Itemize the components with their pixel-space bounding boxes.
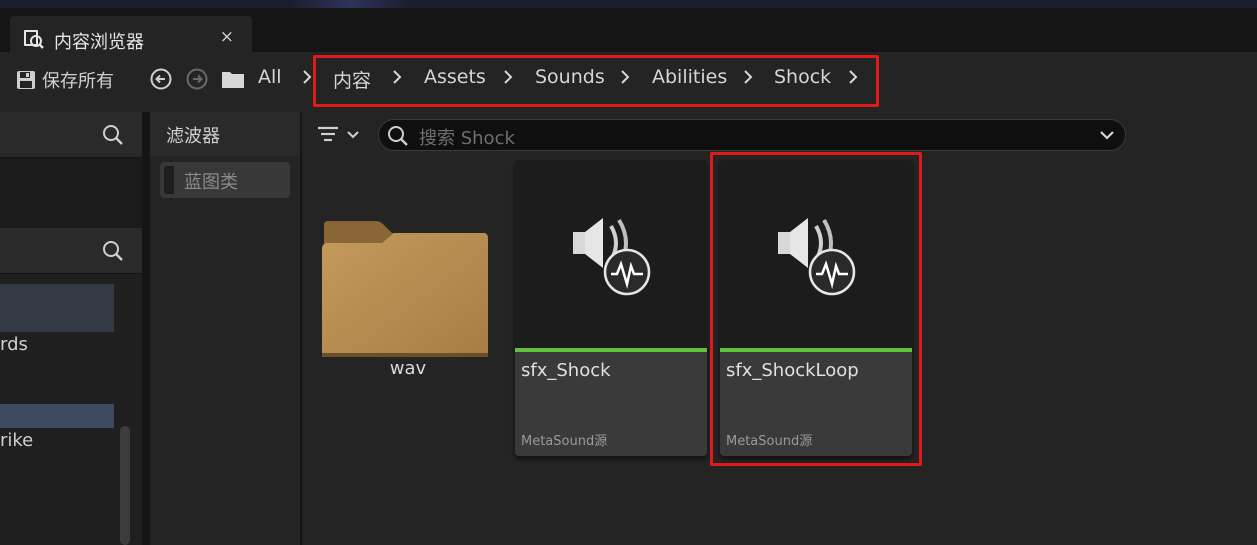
- filter-icon[interactable]: [316, 122, 364, 148]
- breadcrumb-all[interactable]: All: [258, 66, 282, 88]
- save-all-label: 保存所有: [42, 71, 114, 92]
- window-top-strip: [0, 0, 1257, 8]
- tree-item-selected[interactable]: [0, 404, 114, 428]
- asset-view: 搜索 Shock wav sfx_Shock MetaSound源 sfx_Sh…: [302, 112, 1257, 545]
- breadcrumb-highlight-box: [313, 55, 879, 107]
- tab-bar: 内容浏览器 ×: [0, 8, 1257, 60]
- asset-tile-sfx-shock[interactable]: sfx_Shock MetaSound源: [515, 160, 707, 456]
- sources-panel: rds rike: [0, 112, 142, 545]
- asset-search-input[interactable]: 搜索 Shock: [378, 119, 1126, 151]
- asset-thumbnail: [515, 160, 707, 348]
- sources-search-row[interactable]: [0, 112, 142, 158]
- chevron-right-icon[interactable]: [302, 70, 312, 84]
- save-icon: [17, 71, 35, 89]
- asset-type: MetaSound源: [521, 434, 608, 449]
- search-icon: [388, 126, 408, 146]
- filter-item-label: 蓝图类: [184, 172, 238, 193]
- chevron-down-icon[interactable]: [1099, 129, 1115, 141]
- metasound-icon: [573, 218, 651, 296]
- tab-title: 内容浏览器: [54, 32, 144, 53]
- search-placeholder: 搜索 Shock: [419, 128, 515, 149]
- search-icon[interactable]: [102, 124, 124, 146]
- close-icon[interactable]: ×: [220, 27, 234, 47]
- filters-header: 滤波器: [150, 112, 300, 156]
- asset-name: sfx_Shock: [521, 360, 611, 381]
- filters-panel: 滤波器 蓝图类: [150, 112, 300, 545]
- save-all-button[interactable]: 保存所有: [16, 66, 114, 94]
- filter-item-blueprint-class[interactable]: 蓝图类: [160, 162, 290, 198]
- sources-scrollbar[interactable]: [120, 426, 130, 545]
- panel-divider[interactable]: [142, 112, 150, 545]
- sources-spacer: [0, 158, 142, 228]
- back-arrow-icon[interactable]: [150, 68, 172, 90]
- asset-highlight-box: [710, 152, 922, 466]
- forward-arrow-icon[interactable]: [186, 68, 208, 90]
- tree-item-label[interactable]: rike: [0, 430, 33, 451]
- filters-title: 滤波器: [166, 126, 220, 147]
- folders-search-row[interactable]: [0, 228, 142, 274]
- toolbar: 保存所有 All 内容 Assets Sounds Abilities Shoc…: [0, 52, 1257, 112]
- folder-icon: [222, 72, 244, 88]
- filter-checkbox[interactable]: [164, 166, 174, 194]
- tree-item-label[interactable]: rds: [0, 334, 28, 355]
- asset-info: sfx_Shock MetaSound源: [515, 352, 707, 456]
- tree-item-hover[interactable]: [0, 284, 114, 332]
- folder-name[interactable]: wav: [318, 358, 498, 379]
- search-icon[interactable]: [102, 240, 124, 262]
- content-browser-icon: [24, 30, 44, 49]
